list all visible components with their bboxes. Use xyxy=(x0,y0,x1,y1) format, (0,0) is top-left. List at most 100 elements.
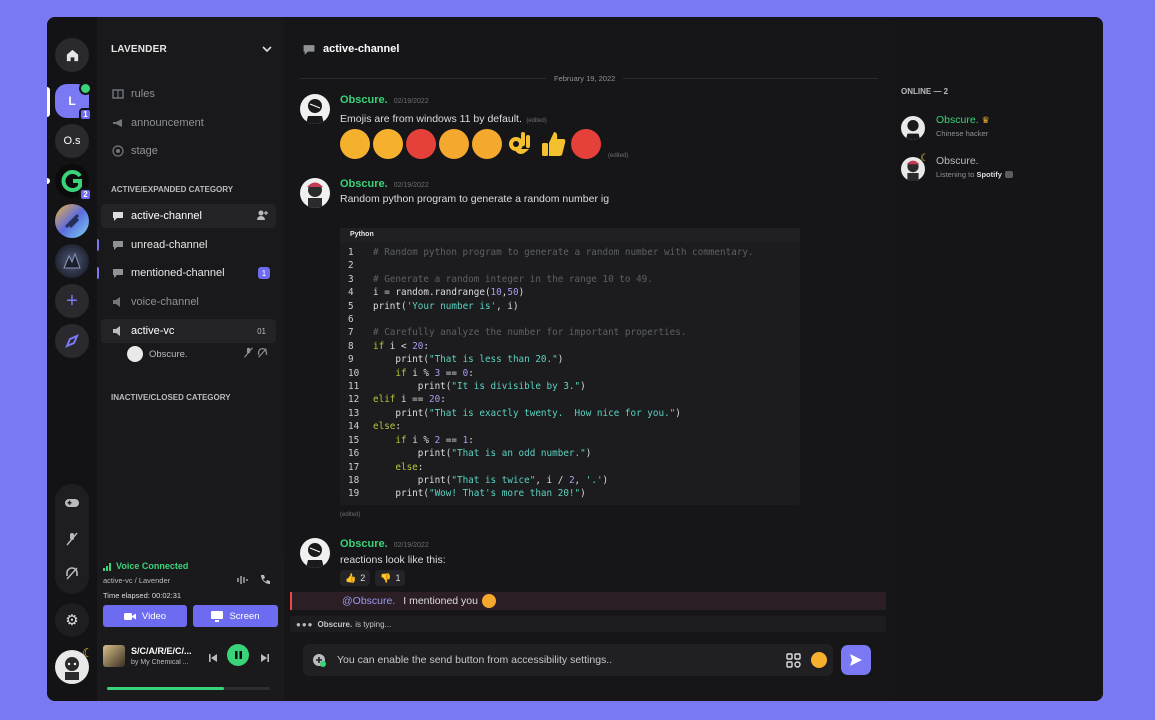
emoji-row: (edited) xyxy=(340,129,628,159)
upload-icon[interactable] xyxy=(312,653,326,670)
game-activity-button[interactable] xyxy=(55,492,89,514)
channel-mentioned[interactable]: mentioned-channel 1 xyxy=(101,261,276,285)
channel-unread[interactable]: unread-channel xyxy=(101,233,276,257)
voice-status: Voice Connected xyxy=(103,561,188,571)
members-header: ONLINE — 2 xyxy=(901,87,949,96)
category-header-inactive[interactable]: INACTIVE/CLOSED CATEGORY xyxy=(111,393,231,402)
typing-text: is typing... xyxy=(355,619,392,629)
settings-button[interactable]: ⚙ xyxy=(55,603,89,637)
mention-badge: 1 xyxy=(258,267,270,279)
vc-member[interactable]: Obscure. xyxy=(127,345,272,363)
track-title[interactable]: S/C/A/R/E/C/... xyxy=(131,646,201,656)
channel-voice[interactable]: voice-channel xyxy=(101,290,276,314)
ok-hand-emoji-icon xyxy=(505,129,535,159)
unread-indicator xyxy=(97,267,99,279)
home-icon xyxy=(66,49,78,61)
mention-tag[interactable]: @Obscure. xyxy=(342,595,395,607)
avatar xyxy=(127,346,143,362)
message-text: reactions look like this: xyxy=(340,554,446,566)
message-input[interactable]: You can enable the send button from acce… xyxy=(303,644,833,676)
message-timestamp: 02/19/2022 xyxy=(393,182,429,189)
channel-active[interactable]: active-channel xyxy=(101,204,276,228)
mute-button[interactable] xyxy=(55,528,89,550)
voice-indicator-icon xyxy=(79,82,92,95)
screen-share-button[interactable]: Screen xyxy=(193,605,278,627)
mention-message: @Obscure. I mentioned you xyxy=(290,592,886,610)
server-label: O.s xyxy=(63,135,81,147)
typing-dots-icon: ●●● xyxy=(296,619,314,629)
message-author[interactable]: Obscure. xyxy=(340,178,388,190)
message-header: Obscure. 02/19/2022 xyxy=(340,538,429,550)
moon-status-icon: ☾ xyxy=(82,646,93,660)
mention-text: I mentioned you xyxy=(403,595,478,607)
reaction-thumbs-down[interactable]: 👎 1 xyxy=(375,570,406,586)
avatar[interactable] xyxy=(300,178,330,208)
chat-bubble-icon xyxy=(111,238,125,252)
mic-muted-icon xyxy=(66,532,78,546)
avatar: ☾ xyxy=(901,153,929,181)
member-item[interactable]: Obscure. ♛ Chinese hacker xyxy=(901,114,1091,146)
gear-icon: ⚙ xyxy=(65,612,79,629)
server-dark[interactable] xyxy=(55,244,89,278)
headphones-muted-icon xyxy=(66,567,78,580)
track-progress-bar[interactable] xyxy=(107,687,270,690)
channel-name: stage xyxy=(131,145,158,157)
channel-active-vc[interactable]: active-vc 01 xyxy=(101,319,276,343)
category-header-active[interactable]: ACTIVE/EXPANDED CATEGORY xyxy=(111,185,233,194)
screen-share-icon xyxy=(211,610,224,622)
chat-bubble-icon xyxy=(111,266,125,280)
pause-button[interactable] xyxy=(227,644,249,666)
channel-stage[interactable]: stage xyxy=(101,139,276,163)
server-badge: 2 xyxy=(79,188,92,201)
explore-servers-button[interactable] xyxy=(55,324,89,358)
channel-rules[interactable]: rules xyxy=(101,82,276,106)
deafen-button[interactable] xyxy=(55,562,89,584)
home-button[interactable] xyxy=(55,38,89,72)
noise-suppression-icon[interactable] xyxy=(236,573,248,591)
video-button[interactable]: Video xyxy=(103,605,187,627)
next-track-icon[interactable] xyxy=(260,650,270,668)
headphones-muted-icon xyxy=(257,347,268,361)
reaction-thumbs-up[interactable]: 👍 2 xyxy=(340,570,371,586)
channel-name: rules xyxy=(131,88,155,100)
server-header[interactable]: LAVENDER xyxy=(97,17,284,81)
thumbs-up-icon: 👍 xyxy=(345,572,357,583)
server-lavender[interactable]: L 1 xyxy=(55,82,92,121)
gift-icon[interactable] xyxy=(786,653,801,671)
server-art[interactable] xyxy=(55,204,89,238)
hand-over-mouth-emoji-icon xyxy=(472,129,502,159)
chevron-down-icon xyxy=(262,46,272,53)
message-author[interactable]: Obscure. xyxy=(340,94,388,106)
edited-tag: (edited) xyxy=(340,512,361,518)
message-author[interactable]: Obscure. xyxy=(340,538,388,550)
add-member-icon[interactable] xyxy=(256,209,268,224)
rules-icon xyxy=(111,87,125,101)
previous-track-icon[interactable] xyxy=(208,650,218,668)
server-name: LAVENDER xyxy=(111,43,167,55)
avatar[interactable] xyxy=(300,538,330,568)
emoji-picker-icon[interactable] xyxy=(811,652,827,668)
album-art[interactable] xyxy=(103,645,125,667)
voice-location[interactable]: active-vc / Lavender xyxy=(103,576,170,585)
server-g[interactable]: 2 xyxy=(55,164,92,201)
server-os[interactable]: O.s xyxy=(55,124,89,158)
reactions-row: 👍 2 👎 1 xyxy=(340,570,406,586)
disconnect-phone-icon[interactable] xyxy=(259,573,272,591)
avatar[interactable] xyxy=(300,94,330,124)
member-status: Chinese hacker xyxy=(936,129,989,138)
send-button[interactable] xyxy=(841,645,871,675)
quick-actions-group xyxy=(55,484,89,594)
user-avatar[interactable]: ☾ xyxy=(55,646,93,684)
speaker-icon xyxy=(111,295,125,309)
megaphone-icon xyxy=(111,116,125,130)
member-name: Obscure. ♛ xyxy=(936,114,990,126)
member-name-text: Obscure. xyxy=(936,114,979,126)
add-server-button[interactable]: + xyxy=(55,284,89,318)
member-item[interactable]: ☾ Obscure. Listening to Spotify xyxy=(901,153,1091,187)
message-body: Emojis are from windows 11 by default. (… xyxy=(340,109,547,127)
server-badge: 1 xyxy=(79,108,92,121)
channel-announcement[interactable]: announcement xyxy=(101,111,276,135)
gamepad-icon xyxy=(65,499,79,507)
stage-icon xyxy=(111,144,125,158)
message-text: Random python program to generate a rand… xyxy=(340,193,610,205)
